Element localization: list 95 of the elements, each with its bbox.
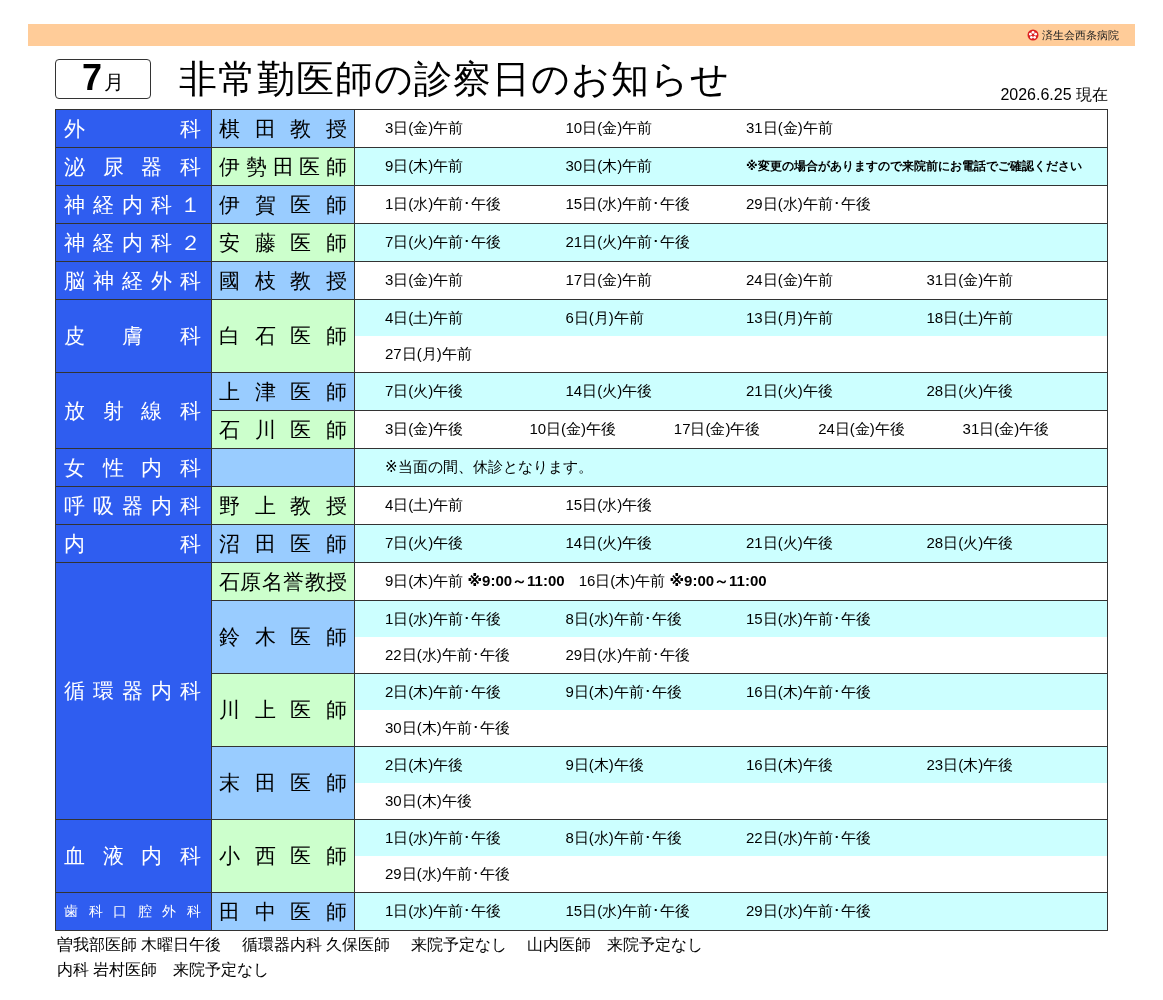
schedule-entry: 29日(水)午前･午後 (385, 864, 511, 884)
schedule-entry: 9日(木)午後 (565, 755, 645, 775)
footnote: 曽我部医師 木曜日午後 循環器内科 久保医師 来院予定なし 山内医師 来院予定なし (57, 935, 705, 955)
schedule-entry: 16日(木)午後 (746, 755, 834, 775)
schedule-entry: 31日(金)午前 (746, 119, 834, 138)
department-name: 神経内科１ (56, 186, 212, 223)
schedule-entry: 10日(金)午前 (565, 119, 654, 138)
schedule-entry: 16日(木)午前 ※9:00～11:00 (578, 572, 768, 591)
schedule-entry: 24日(金)午後 (818, 420, 906, 439)
schedule-entry: 17日(金)午後 (673, 420, 762, 439)
department-name: 放射線科 (56, 373, 212, 448)
doctor-name: 小西医師 (212, 820, 355, 892)
schedule-entry: 10日(金)午後 (529, 420, 618, 439)
doctor-name: 石原名誉教授 (212, 563, 355, 600)
flower-logo-icon (1027, 29, 1039, 41)
schedule-entry: 29日(水)午前･午後 (565, 645, 692, 665)
department-name: 呼吸器内科 (56, 487, 212, 524)
schedule-entry: 8日(水)午前･午後 (565, 609, 683, 629)
doctor-name: 棋田教授 (212, 110, 355, 147)
doctor-name: 上津医師 (212, 373, 355, 410)
department-name: 女性内科 (56, 449, 212, 486)
department-name: 神経内科２ (56, 224, 212, 261)
schedule-entry: 21日(火)午前･午後 (565, 233, 692, 252)
month-box: 7月 (55, 59, 151, 99)
as-of-date: 2026.6.25 現在 (1000, 85, 1108, 105)
notice-title: 非常勤医師の診察日のお知らせ (179, 56, 730, 102)
schedule-entry: 22日(水)午前･午後 (385, 645, 511, 665)
schedule-entry: 9日(木)午前 ※9:00～11:00 (385, 572, 566, 591)
doctor-name: 伊賀医師 (212, 186, 355, 223)
schedule-entry: 3日(金)午前 (385, 271, 465, 290)
schedule-entry: ※変更の場合がありますので来院前にお電話でご確認ください (746, 158, 1083, 175)
doctor-name: 野上教授 (212, 487, 355, 524)
department-name: 血液内科 (56, 820, 212, 892)
schedule-entry: 2日(木)午後 (385, 755, 465, 775)
schedule-entry: 7日(火)午後 (385, 382, 465, 401)
schedule-entry: 31日(金)午前 (926, 271, 1015, 290)
schedule-entry: 29日(水)午前･午後 (746, 195, 872, 214)
doctor-name: 川上医師 (212, 674, 355, 746)
schedule-entry: 31日(金)午後 (962, 420, 1051, 439)
doctor-name: 國枝教授 (212, 262, 355, 299)
department-name: 泌尿器科 (56, 148, 212, 185)
schedule-entry: 8日(水)午前･午後 (565, 828, 683, 848)
schedule-entry: 15日(水)午前･午後 (746, 609, 872, 629)
schedule-entry: 18日(土)午前 (926, 308, 1015, 328)
doctor-name: 安藤医師 (212, 224, 355, 261)
schedule-entry: 2日(木)午前･午後 (385, 682, 503, 702)
schedule-entry: 4日(土)午前 (385, 308, 465, 328)
schedule-entry: 13日(月)午前 (746, 308, 834, 328)
schedule-entry: 22日(水)午前･午後 (746, 828, 872, 848)
schedule-entry: 4日(土)午前 (385, 496, 465, 515)
schedule-entry: 23日(木)午後 (926, 755, 1015, 775)
schedule-entry: 1日(水)午前･午後 (385, 828, 503, 848)
hospital-name: 済生会西条病院 (1042, 27, 1119, 43)
schedule-entry: 15日(水)午前･午後 (565, 195, 692, 214)
schedule-entry: 3日(金)午前 (385, 119, 465, 138)
footnote: 内科 岩村医師 来院予定なし (57, 960, 271, 980)
schedule-entry: 14日(火)午後 (565, 534, 654, 553)
schedule-entry: 1日(水)午前･午後 (385, 902, 503, 921)
schedule-entry: 21日(火)午後 (746, 534, 834, 553)
schedule-entry: 30日(木)午前 (565, 157, 654, 176)
doctor-name: 田中医師 (212, 893, 355, 930)
doctor-name: 伊勢田医師 (212, 148, 355, 185)
schedule-entry: 6日(月)午前 (565, 308, 645, 328)
department-name: 内科 (56, 525, 212, 562)
schedule-entry: 24日(金)午前 (746, 271, 834, 290)
schedule-entry: 1日(水)午前･午後 (385, 609, 503, 629)
doctor-name: 鈴木医師 (212, 601, 355, 673)
department-name: 皮膚科 (56, 300, 212, 372)
department-name: 歯科口腔外科 (56, 893, 212, 930)
schedule-entry: 30日(木)午後 (385, 791, 473, 811)
schedule-entry: 21日(火)午後 (746, 382, 834, 401)
schedule-entry: 3日(金)午後 (385, 420, 465, 439)
schedule-entry: 27日(月)午前 (385, 344, 473, 364)
schedule-entry: 15日(水)午前･午後 (565, 902, 692, 921)
schedule-entry: 29日(水)午前･午後 (746, 902, 872, 921)
schedule-entry: 7日(火)午前･午後 (385, 233, 503, 252)
doctor-name: 白石医師 (212, 300, 355, 372)
schedule-entry: 9日(木)午前･午後 (565, 682, 683, 702)
department-name: 脳神経外科 (56, 262, 212, 299)
department-name: 外科 (56, 110, 212, 147)
schedule-entry: 28日(火)午後 (926, 534, 1015, 553)
doctor-name: 末田医師 (212, 747, 355, 819)
schedule-entry: 30日(木)午前･午後 (385, 718, 511, 738)
schedule-entry: 14日(火)午後 (565, 382, 654, 401)
schedule-entry: 17日(金)午前 (565, 271, 654, 290)
schedule-entry: 16日(木)午前･午後 (746, 682, 872, 702)
schedule-entry: ※当面の間、休診となります。 (385, 458, 594, 477)
schedule-entry: 1日(水)午前･午後 (385, 195, 503, 214)
doctor-name: 沼田医師 (212, 525, 355, 562)
schedule-entry: 28日(火)午後 (926, 382, 1015, 401)
schedule-entry: 9日(木)午前 (385, 157, 465, 176)
doctor-name: 石川医師 (212, 411, 355, 448)
department-name: 循環器内科 (56, 563, 212, 819)
schedule-entry: 15日(水)午後 (565, 496, 654, 515)
schedule-entry: 7日(火)午後 (385, 534, 465, 553)
